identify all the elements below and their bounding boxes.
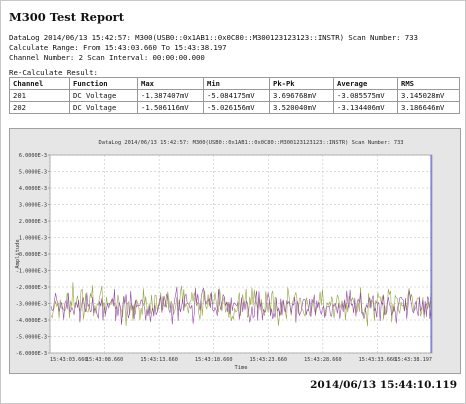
- footer-timestamp: 2014/06/13 15:44:10.119: [310, 379, 457, 391]
- y-tick-label: -2.0000E-3: [16, 285, 47, 291]
- amplitude-chart: DataLog 2014/06/13 15:42:57: M300(USB0::…: [15, 140, 433, 371]
- y-tick-label: -3.0000E-3: [16, 301, 47, 307]
- x-tick-label: 15:43:08.660: [86, 357, 123, 363]
- col-header-pkpk: Pk-Pk: [269, 77, 334, 90]
- x-tick-label: 15:43:38.197: [395, 357, 432, 363]
- x-tick-label: 15:43:18.660: [195, 357, 232, 363]
- x-tick-label: 15:43:28.660: [304, 357, 341, 363]
- cell-rms: 3.186646mV: [397, 101, 460, 114]
- report-page: M300 Test Report DataLog 2014/06/13 15:4…: [0, 0, 466, 404]
- cell-channel: 202: [9, 101, 70, 114]
- y-tick-label: 5.0000E-3: [19, 169, 47, 175]
- x-tick-label: 15:43:33.660: [359, 357, 396, 363]
- x-tick-label: 15:43:03.660: [50, 357, 87, 363]
- cell-channel: 201: [9, 89, 70, 102]
- y-tick-label: 4.0000E-3: [19, 186, 47, 192]
- x-axis-label: Time: [235, 365, 248, 371]
- x-tick-label: 15:43:13.660: [140, 357, 177, 363]
- cell-average: -3.134406mV: [333, 101, 398, 114]
- cell-max: -1.506116mV: [137, 101, 204, 114]
- y-axis-label: Amplitude: [15, 239, 21, 268]
- table-row: 202 DC Voltage -1.506116mV -5.026156mV 3…: [9, 101, 460, 114]
- cell-function: DC Voltage: [69, 89, 138, 102]
- table-row: 201 DC Voltage -1.387407mV -5.084175mV 3…: [9, 89, 460, 102]
- cell-pkpk: 3.520040mV: [269, 101, 334, 114]
- y-tick-label: -6.0000E-3: [16, 351, 47, 357]
- channel-info: Channel Number: 2 Scan Interval: 00:00:0…: [9, 53, 205, 62]
- cell-pkpk: 3.696768mV: [269, 89, 334, 102]
- y-tick-label: 6.0000E-3: [19, 153, 47, 159]
- col-header-max: Max: [137, 77, 204, 90]
- result-table: Channel Function Max Min Pk-Pk Average R…: [9, 77, 460, 114]
- table-header-row: Channel Function Max Min Pk-Pk Average R…: [9, 77, 460, 90]
- y-tick-label: 1.0000E-3: [19, 235, 47, 241]
- col-header-function: Function: [69, 77, 138, 90]
- cell-max: -1.387407mV: [137, 89, 204, 102]
- y-tick-label: 3.0000E-3: [19, 202, 47, 208]
- col-header-average: Average: [333, 77, 398, 90]
- col-header-rms: RMS: [397, 77, 460, 90]
- col-header-channel: Channel: [9, 77, 70, 90]
- y-tick-label: 0.0000E-3: [19, 252, 47, 258]
- report-title: M300 Test Report: [9, 10, 125, 24]
- cell-min: -5.084175mV: [203, 89, 270, 102]
- recalc-label: Re-Calculate Result:: [9, 68, 98, 77]
- cell-min: -5.026156mV: [203, 101, 270, 114]
- y-tick-label: -4.0000E-3: [16, 318, 47, 324]
- y-tick-label: 2.0000E-3: [19, 219, 47, 225]
- x-tick-label: 15:43:23.660: [250, 357, 287, 363]
- cell-average: -3.085575mV: [333, 89, 398, 102]
- cell-function: DC Voltage: [69, 101, 138, 114]
- col-header-min: Min: [203, 77, 270, 90]
- datalog-info: DataLog 2014/06/13 15:42:57: M300(USB0::…: [9, 33, 418, 42]
- cell-rms: 3.145028mV: [397, 89, 460, 102]
- y-tick-label: -5.0000E-3: [16, 334, 47, 340]
- calculate-range: Calculate Range: From 15:43:03.660 To 15…: [9, 43, 227, 52]
- chart-panel: DataLog 2014/06/13 15:42:57: M300(USB0::…: [9, 128, 461, 374]
- chart-title: DataLog 2014/06/13 15:42:57: M300(USB0::…: [98, 140, 403, 146]
